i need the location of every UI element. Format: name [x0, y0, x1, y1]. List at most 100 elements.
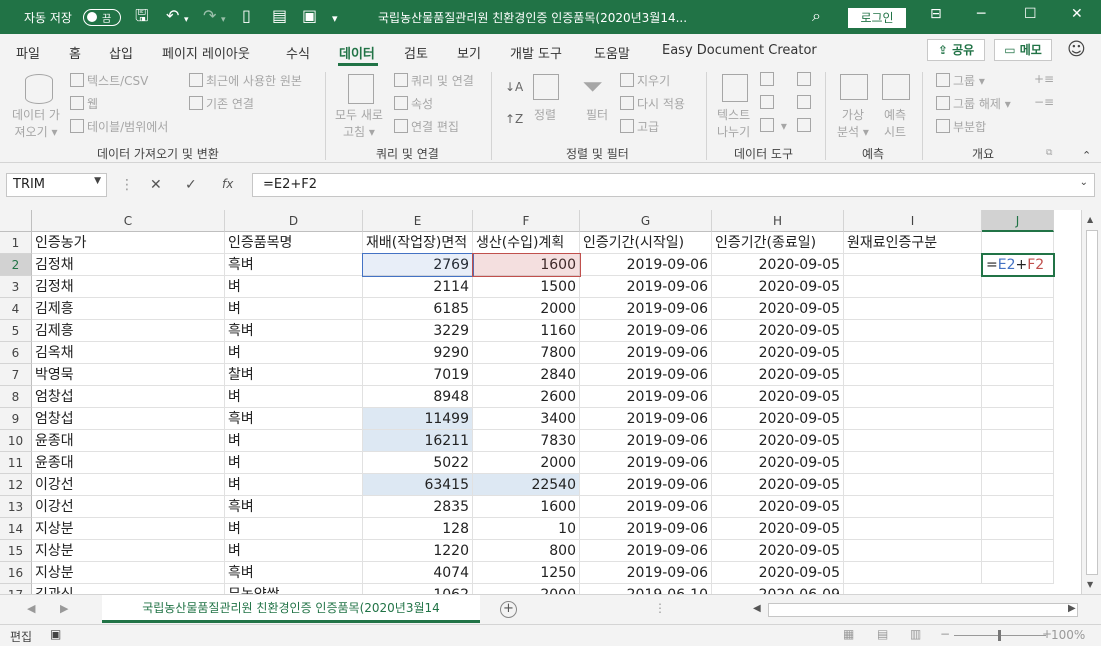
table-cell-d[interactable]: 흑벼	[225, 320, 363, 342]
from-web-button[interactable]: 웹	[70, 95, 98, 112]
cancel-icon[interactable]: ✕	[150, 177, 162, 193]
editing-cell-j2[interactable]: =E2+F2	[981, 253, 1055, 277]
relationships-icon[interactable]	[797, 95, 814, 110]
search-icon[interactable]: ⌕	[812, 7, 821, 25]
row-header[interactable]: 13	[0, 496, 32, 518]
table-cell-e[interactable]: 4074	[363, 562, 473, 584]
table-cell-h[interactable]: 2020-09-05	[712, 298, 844, 320]
table-cell-g[interactable]: 2019-09-06	[580, 276, 712, 298]
table-cell-f[interactable]: 7830	[473, 430, 580, 452]
table-cell-d[interactable]: 벼	[225, 430, 363, 452]
form-icon[interactable]: ▤	[272, 7, 287, 25]
table-cell-e[interactable]: 16211	[363, 430, 473, 452]
recent-sources-button[interactable]: 최근에 사용한 원본	[189, 72, 302, 89]
table-cell-d[interactable]: 벼	[225, 452, 363, 474]
table-cell-f[interactable]: 1160	[473, 320, 580, 342]
table-cell-c[interactable]: 이강선	[32, 474, 225, 496]
table-cell-g[interactable]: 2019-09-06	[580, 320, 712, 342]
hide-detail-icon[interactable]: −≡	[1034, 95, 1054, 109]
login-button[interactable]: 로그인	[848, 8, 906, 28]
table-cell-d[interactable]: 흑벼	[225, 496, 363, 518]
column-header-i[interactable]: I	[844, 210, 982, 232]
scroll-right-icon[interactable]: ▶	[1068, 603, 1076, 614]
what-if-button[interactable]: 가상 분석 ▾	[837, 106, 869, 140]
undo-dropdown-icon[interactable]: ▾	[184, 11, 189, 29]
from-text-csv-button[interactable]: 텍스트/CSV	[70, 72, 148, 89]
data-model-icon[interactable]	[797, 118, 814, 133]
table-cell-c[interactable]: 윤종대	[32, 452, 225, 474]
table-cell-c[interactable]: 김제흥	[32, 320, 225, 342]
table-cell-h[interactable]: 2020-09-05	[712, 518, 844, 540]
table-cell-g[interactable]: 2019-09-06	[580, 386, 712, 408]
table-cell-c[interactable]: 지상분	[32, 540, 225, 562]
data-validation-icon[interactable]: ▾	[760, 118, 787, 133]
refresh-all-button[interactable]: 모두 새로 고침 ▾	[335, 106, 383, 140]
from-table-button[interactable]: 테이블/범위에서	[70, 118, 168, 135]
table-cell-h[interactable]: 2020-09-05	[712, 342, 844, 364]
sheet-tab-splitter[interactable]: ⋮	[654, 601, 666, 615]
zoom-out-icon[interactable]: −	[940, 627, 950, 641]
redo-dropdown-icon[interactable]: ▾	[221, 11, 226, 29]
minimize-icon[interactable]: ─	[977, 6, 985, 22]
table-cell-h[interactable]: 2020-09-05	[712, 496, 844, 518]
row-header[interactable]: 5	[0, 320, 32, 342]
table-cell-h[interactable]: 2020-09-05	[712, 320, 844, 342]
table-cell-h[interactable]: 2020-09-05	[712, 540, 844, 562]
tab-formulas[interactable]: 수식	[286, 43, 310, 62]
page-layout-view-icon[interactable]: ▤	[877, 627, 888, 641]
table-cell-i[interactable]	[844, 320, 982, 342]
table-cell-h[interactable]: 2020-09-05	[712, 276, 844, 298]
subtotal-button[interactable]: 부분합	[936, 118, 986, 135]
table-cell-j[interactable]	[982, 342, 1054, 364]
name-box[interactable]: TRIM ▼	[6, 173, 107, 197]
tab-insert[interactable]: 삽입	[109, 43, 133, 62]
column-header-e[interactable]: E	[363, 210, 473, 232]
new-file-icon[interactable]: ▯	[242, 7, 251, 25]
close-icon[interactable]: ✕	[1071, 6, 1083, 22]
table-cell-g[interactable]: 2019-09-06	[580, 540, 712, 562]
table-cell-j[interactable]	[982, 408, 1054, 430]
header-cell-e[interactable]: 재배(작업장)면적	[363, 232, 473, 254]
save-icon[interactable]: 🖫	[135, 7, 149, 25]
table-cell-c[interactable]: 엄창섭	[32, 408, 225, 430]
header-cell-i[interactable]: 원재료인증구분	[844, 232, 982, 254]
enter-check-icon[interactable]: ✓	[185, 177, 197, 193]
table-cell-g[interactable]: 2019-09-06	[580, 562, 712, 584]
table-cell-d[interactable]: 벼	[225, 276, 363, 298]
row-header[interactable]: 11	[0, 452, 32, 474]
touch-mode-icon[interactable]: ▣	[302, 7, 317, 25]
table-cell-d[interactable]: 벼	[225, 474, 363, 496]
header-cell-f[interactable]: 생산(수입)계획	[473, 232, 580, 254]
tab-home[interactable]: 홈	[69, 43, 81, 62]
table-cell-i[interactable]	[844, 364, 982, 386]
partial-cell[interactable]: 2020-06-09	[712, 584, 844, 594]
table-cell-d[interactable]: 벼	[225, 518, 363, 540]
table-cell-d[interactable]: 흑벼	[225, 408, 363, 430]
table-cell-h[interactable]: 2020-09-05	[712, 474, 844, 496]
table-cell-g[interactable]: 2019-09-06	[580, 408, 712, 430]
row-header[interactable]: 15	[0, 540, 32, 562]
undo-icon[interactable]: ↶	[166, 7, 179, 25]
table-cell-c[interactable]: 김제흥	[32, 298, 225, 320]
table-cell-h[interactable]: 2020-09-05	[712, 430, 844, 452]
filter-button[interactable]: 필터	[586, 106, 608, 123]
header-cell-j[interactable]	[982, 232, 1054, 254]
horizontal-scrollbar[interactable]	[768, 603, 1078, 617]
forecast-sheet-button[interactable]: 예측 시트	[884, 106, 906, 140]
formula-input[interactable]: =E2+F2 ⌄	[252, 173, 1095, 197]
table-cell-d[interactable]: 흑벼	[225, 254, 363, 276]
customize-qat-icon[interactable]: ▾	[332, 10, 338, 28]
prev-sheet-icon[interactable]: ◀	[27, 602, 35, 615]
table-cell-c[interactable]: 김정채	[32, 254, 225, 276]
tab-data[interactable]: 데이터	[339, 43, 375, 62]
add-sheet-icon[interactable]: +	[500, 601, 517, 618]
table-cell-e[interactable]: 7019	[363, 364, 473, 386]
table-cell-g[interactable]: 2019-09-06	[580, 298, 712, 320]
table-cell-d[interactable]: 벼	[225, 540, 363, 562]
table-cell-i[interactable]	[844, 386, 982, 408]
maximize-icon[interactable]: ☐	[1024, 6, 1037, 22]
table-cell-i[interactable]	[844, 342, 982, 364]
table-cell-c[interactable]: 엄창섭	[32, 386, 225, 408]
show-detail-icon[interactable]: +≡	[1034, 72, 1054, 86]
column-header-f[interactable]: F	[473, 210, 580, 232]
